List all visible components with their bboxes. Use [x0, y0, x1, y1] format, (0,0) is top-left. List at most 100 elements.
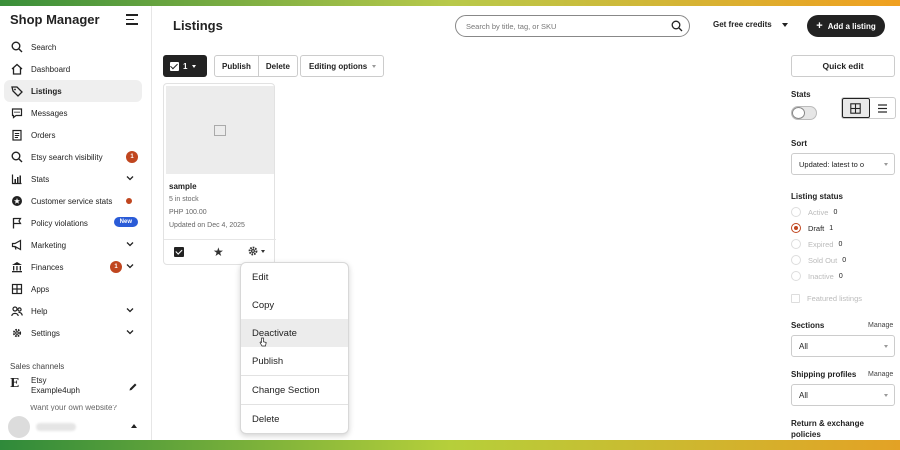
menu-item-delete[interactable]: Delete	[241, 405, 348, 433]
sidebar-item-label: Help	[31, 306, 48, 316]
menu-icon[interactable]	[126, 14, 138, 25]
grid-view-button[interactable]	[842, 98, 870, 118]
menu-item-publish[interactable]: Publish	[241, 347, 348, 375]
star-badge-icon	[10, 195, 23, 208]
notification-badge: 1	[110, 261, 122, 273]
sidebar-item-stats[interactable]: Stats	[4, 168, 142, 190]
sections-value: All	[799, 341, 808, 351]
listings-icon	[10, 85, 23, 98]
listing-card: sample 5 in stock PHP 100.00 Updated on …	[163, 83, 276, 265]
listing-stock: 5 in stock	[169, 196, 199, 203]
status-inactive[interactable]: Inactive 0	[791, 270, 843, 282]
sidebar-item-label: Finances	[31, 262, 64, 272]
sidebar-item-listings[interactable]: Listings	[4, 80, 142, 102]
menu-item-copy[interactable]: Copy	[241, 291, 348, 319]
sidebar-item-policy-violations[interactable]: Policy violations New	[4, 212, 142, 234]
publish-button[interactable]: Publish	[215, 56, 258, 76]
bank-icon	[10, 261, 23, 274]
sidebar-item-apps[interactable]: Apps	[4, 278, 142, 300]
manage-sections-link[interactable]: Manage	[868, 322, 893, 329]
featured-label: Featured listings	[807, 294, 863, 303]
sidebar-item-settings[interactable]: Settings	[4, 322, 142, 344]
profile-name	[36, 423, 76, 431]
listing-actions-menu: Edit Copy Deactivate Publish Change Sect…	[240, 262, 349, 434]
sidebar-item-customer-service-stats[interactable]: Customer service stats	[4, 190, 142, 212]
sidebar-item-label: Settings	[31, 328, 60, 338]
shipping-profiles-label: Shipping profiles	[791, 370, 857, 379]
sections-select[interactable]: All	[791, 335, 895, 357]
listing-checkbox[interactable]	[174, 247, 184, 257]
sidebar-item-label: Listings	[31, 86, 62, 96]
website-promo-text[interactable]: Want your own website?	[30, 405, 130, 411]
sections-label: Sections	[791, 321, 825, 330]
channel-name: Etsy	[31, 376, 47, 385]
new-badge: New	[113, 217, 138, 227]
menu-item-change-section[interactable]: Change Section	[241, 376, 348, 404]
listing-title[interactable]: sample	[169, 182, 197, 191]
sidebar-item-marketing[interactable]: Marketing	[4, 234, 142, 256]
caret-down-icon[interactable]	[782, 23, 788, 27]
pencil-icon[interactable]	[128, 382, 138, 392]
select-all-button[interactable]: 1	[163, 55, 207, 77]
sidebar-item-label: Marketing	[31, 240, 67, 250]
bar-chart-icon	[10, 173, 23, 186]
people-icon	[10, 305, 23, 318]
shipping-value: All	[799, 390, 808, 400]
user-profile[interactable]	[8, 416, 143, 438]
editing-options-button[interactable]: Editing options	[300, 55, 384, 77]
search-icon[interactable]	[671, 20, 683, 32]
listing-status-label: Listing status	[791, 192, 844, 201]
caret-down-icon	[884, 394, 888, 397]
shipping-select[interactable]: All	[791, 384, 895, 406]
featured-listings-checkbox[interactable]: Featured listings	[791, 294, 862, 303]
listing-thumbnail[interactable]	[166, 86, 274, 174]
search-input[interactable]: Search by title, tag, or SKU	[455, 15, 690, 37]
bottom-color-strip	[0, 440, 900, 450]
status-label: Inactive	[808, 271, 834, 281]
sidebar-item-finances[interactable]: Finances 1	[4, 256, 142, 278]
status-draft[interactable]: Draft 1	[791, 222, 833, 234]
star-icon[interactable]: ★	[213, 245, 224, 259]
hand-cursor-icon	[259, 337, 267, 347]
chevron-down-icon	[126, 264, 134, 269]
menu-item-deactivate[interactable]: Deactivate	[241, 319, 348, 347]
home-icon	[10, 63, 23, 76]
shop-name: Example4uph	[31, 386, 80, 395]
sort-select[interactable]: Updated: latest to o	[791, 153, 895, 175]
radio-button	[791, 223, 801, 233]
notification-badge: 1	[126, 151, 138, 163]
sales-channels-heading: Sales channels	[10, 362, 65, 371]
delete-button[interactable]: Delete	[257, 56, 297, 76]
sidebar-item-search-visibility[interactable]: Etsy search visibility 1	[4, 146, 142, 168]
manage-shipping-link[interactable]: Manage	[868, 371, 893, 378]
selected-count: 1	[183, 61, 188, 71]
caret-down-icon	[884, 345, 888, 348]
radio-button	[791, 255, 801, 265]
megaphone-icon	[10, 239, 23, 252]
status-count: 0	[833, 208, 838, 216]
add-listing-button[interactable]: + Add a listing	[807, 15, 885, 37]
menu-item-edit[interactable]: Edit	[241, 263, 348, 291]
status-expired[interactable]: Expired 0	[791, 238, 842, 250]
chevron-down-icon	[126, 242, 134, 247]
stats-toggle[interactable]	[791, 106, 817, 120]
free-credits-link[interactable]: Get free credits	[713, 20, 772, 29]
gear-menu-button[interactable]	[247, 244, 273, 258]
image-placeholder-icon	[214, 124, 226, 136]
sidebar-item-label: Orders	[31, 130, 56, 140]
list-view-button[interactable]	[870, 98, 896, 118]
status-label: Draft	[808, 223, 825, 233]
quick-edit-button[interactable]: Quick edit	[791, 55, 895, 77]
sidebar-item-help[interactable]: Help	[4, 300, 142, 322]
sidebar-item-orders[interactable]: Orders	[4, 124, 142, 146]
editing-options-label: Editing options	[309, 61, 368, 71]
plus-icon: +	[816, 20, 823, 32]
message-icon	[10, 107, 23, 120]
sidebar-item-dashboard[interactable]: Dashboard	[4, 58, 142, 80]
sidebar-item-messages[interactable]: Messages	[4, 102, 142, 124]
sidebar-item-search[interactable]: Search	[4, 36, 142, 58]
etsy-channel[interactable]: E Etsy Example4uph	[10, 376, 140, 396]
sidebar-item-label: Etsy search visibility	[31, 152, 103, 162]
status-sold-out[interactable]: Sold Out 0	[791, 254, 846, 266]
status-active[interactable]: Active 0	[791, 206, 837, 218]
